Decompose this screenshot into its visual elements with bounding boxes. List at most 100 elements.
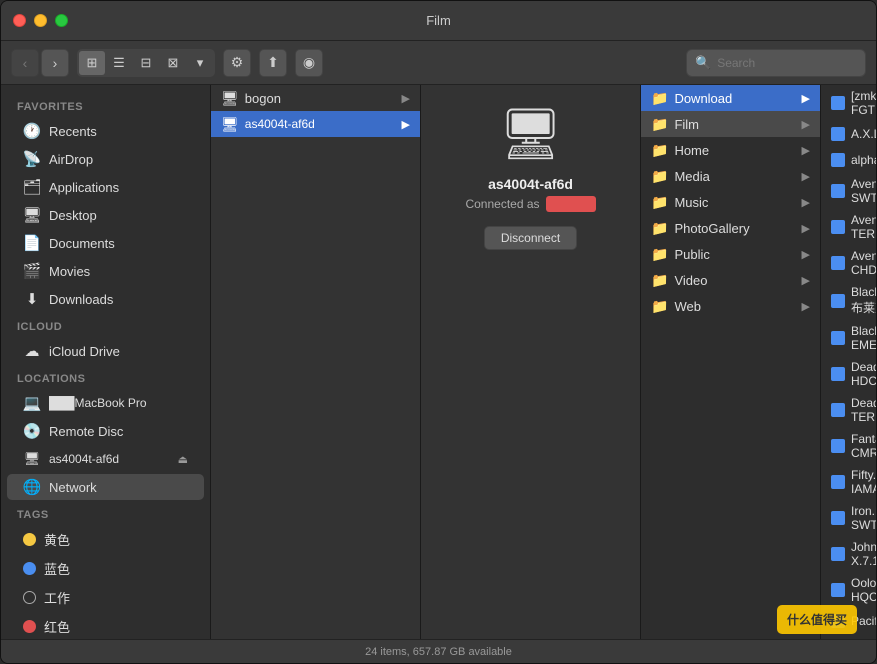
sidebar-item-recents[interactable]: 🕐 Recents bbox=[7, 118, 204, 144]
sidebar-item-label: Network bbox=[49, 480, 97, 495]
icon-view-button[interactable]: ⊞ bbox=[79, 51, 105, 75]
file-item[interactable]: Black.Panthe...5-EMERALD ▶ bbox=[821, 320, 876, 356]
sidebar-item-tag-blue[interactable]: 蓝色 bbox=[7, 555, 204, 582]
column-view-button[interactable]: ⊟ bbox=[133, 51, 159, 75]
disconnect-button[interactable]: Disconnect bbox=[484, 226, 577, 250]
yellow-tag-dot bbox=[23, 533, 36, 546]
file-icon bbox=[831, 331, 845, 345]
file-item[interactable]: Avengers.Ag...os-SWTYBLZ ▶ bbox=[821, 173, 876, 209]
folder-media[interactable]: 📁 Media ▶ bbox=[641, 163, 820, 189]
sidebar-item-desktop[interactable]: 🖥 Desktop bbox=[7, 202, 204, 228]
view-options-button[interactable]: ▾ bbox=[187, 51, 213, 75]
folder-video[interactable]: 📁 Video ▶ bbox=[641, 267, 820, 293]
folder-list-panel: 📁 Download ▶ 📁 Film ▶ 📁 Home ▶ 📁 Media bbox=[641, 85, 821, 639]
sidebar-item-as4004t[interactable]: 🖥 as4004t-af6d ⏏ bbox=[7, 446, 204, 472]
back-button[interactable]: ‹ bbox=[11, 49, 39, 77]
folder-public[interactable]: 📁 Public ▶ bbox=[641, 241, 820, 267]
video-folder-icon: 📁 bbox=[651, 272, 668, 289]
photogallery-arrow: ▶ bbox=[802, 222, 810, 235]
file-item[interactable]: Deadpool.2....64.DTS-HDC ▶ bbox=[821, 356, 876, 392]
home-arrow: ▶ bbox=[802, 144, 810, 157]
file-name: Deadpool.2....65-TERMiNAL bbox=[851, 396, 876, 424]
file-icon bbox=[831, 614, 845, 628]
icloud-drive-icon: ☁ bbox=[23, 342, 41, 360]
file-icon bbox=[831, 220, 845, 234]
video-arrow: ▶ bbox=[802, 274, 810, 287]
maximize-button[interactable] bbox=[55, 14, 68, 27]
file-item[interactable]: Fifty.Shades....65-IAMABLE ▶ bbox=[821, 464, 876, 500]
traffic-lights bbox=[13, 14, 68, 27]
favorites-header: Favorites bbox=[1, 93, 210, 117]
sidebar-item-remote-disc[interactable]: 💿 Remote Disc bbox=[7, 418, 204, 444]
download-arrow: ▶ bbox=[802, 92, 810, 105]
sidebar-item-movies[interactable]: 🎬 Movies bbox=[7, 258, 204, 284]
folder-music[interactable]: 📁 Music ▶ bbox=[641, 189, 820, 215]
file-item[interactable]: Avengers.Infi...5.10bit-CHD ▶ bbox=[821, 245, 876, 281]
share-button[interactable]: ⬆ bbox=[259, 49, 287, 77]
file-item[interactable]: alphago.201...naline[EtHD] ▶ bbox=[821, 147, 876, 173]
sidebar-item-airdrop[interactable]: 📡 AirDrop bbox=[7, 146, 204, 172]
file-item[interactable]: Pacific.Rim.2...TUTTERSHIT ▶ bbox=[821, 608, 876, 634]
folder-download[interactable]: 📁 Download ▶ bbox=[641, 85, 820, 111]
eject-icon[interactable]: ⏏ bbox=[178, 453, 188, 466]
tag-button[interactable]: ◉ bbox=[295, 49, 323, 77]
file-icon bbox=[831, 439, 845, 453]
folder-web[interactable]: 📁 Web ▶ bbox=[641, 293, 820, 319]
close-button[interactable] bbox=[13, 14, 26, 27]
search-box[interactable]: 🔍 Search bbox=[686, 49, 866, 77]
file-item[interactable]: Avengers.Ag...5-TERMiNAL ▶ bbox=[821, 209, 876, 245]
sidebar-item-downloads[interactable]: ⬇ Downloads bbox=[7, 286, 204, 312]
file-item[interactable]: Deadpool.2....65-TERMiNAL ▶ bbox=[821, 392, 876, 428]
file-item[interactable]: Black.Books.布莱克书店 ▶ bbox=[821, 281, 876, 320]
folder-label: Video bbox=[674, 273, 707, 288]
action-button[interactable]: ⚙ bbox=[223, 49, 251, 77]
movies-icon: 🎬 bbox=[23, 262, 41, 280]
file-name: Deadpool.2....64.DTS-HDC bbox=[851, 360, 876, 388]
folder-label: Music bbox=[674, 195, 708, 210]
sidebar-item-applications[interactable]: 🗂 Applications bbox=[7, 174, 204, 200]
folder-film[interactable]: 📁 Film ▶ bbox=[641, 111, 820, 137]
sidebar-item-documents[interactable]: 📄 Documents bbox=[7, 230, 204, 256]
finder-window: Film ‹ › ⊞ ☰ ⊟ ⊠ ▾ ⚙ ⬆ ◉ 🔍 Search Favori… bbox=[0, 0, 877, 664]
blue-tag-dot bbox=[23, 562, 36, 575]
folder-home[interactable]: 📁 Home ▶ bbox=[641, 137, 820, 163]
device-icon: 🖥 bbox=[499, 105, 562, 164]
col1-as4004t[interactable]: 🖥 as4004t-af6d ▶ bbox=[211, 111, 420, 137]
file-name: Johnny.Engli...S-X.7.1-FGT bbox=[851, 540, 876, 568]
sidebar-item-tag-work[interactable]: 工作 bbox=[7, 584, 204, 611]
sidebar-item-icloud-drive[interactable]: ☁ iCloud Drive bbox=[7, 338, 204, 364]
red-tag-dot bbox=[23, 620, 36, 633]
bogon-arrow: ▶ bbox=[402, 92, 410, 105]
gallery-view-button[interactable]: ⊠ bbox=[160, 51, 186, 75]
file-name: alphago.201...naline[EtHD] bbox=[851, 153, 876, 167]
file-item[interactable]: Johnny.Engli...S-X.7.1-FGT ▶ bbox=[821, 536, 876, 572]
file-item[interactable]: Oolong.Cour...VC.AAC-HQC ▶ bbox=[821, 572, 876, 608]
sidebar-item-label: ███MacBook Pro bbox=[49, 396, 147, 410]
file-item[interactable]: Fantastic.Be...-CMRG[TGx] ▶ bbox=[821, 428, 876, 464]
file-name: Iron.Man.2.2....1-SWTYBLZ bbox=[851, 504, 876, 532]
sidebar-item-label: AirDrop bbox=[49, 152, 93, 167]
applications-icon: 🗂 bbox=[23, 178, 41, 196]
sidebar-item-label: as4004t-af6d bbox=[49, 452, 119, 466]
file-item[interactable]: A.X.L.2018....ECKOS[rarbg] ▶ bbox=[821, 121, 876, 147]
sidebar-item-tag-yellow[interactable]: 黄色 bbox=[7, 526, 204, 553]
sidebar-item-label: 红色 bbox=[44, 617, 70, 636]
file-item[interactable]: [zmk.tw]Dea....MA.7.1-FGT ▶ bbox=[821, 85, 876, 121]
folder-photogallery[interactable]: 📁 PhotoGallery ▶ bbox=[641, 215, 820, 241]
sidebar-item-tag-red[interactable]: 红色 bbox=[7, 613, 204, 639]
col1-bogon[interactable]: 🖥 bogon ▶ bbox=[211, 85, 420, 111]
minimize-button[interactable] bbox=[34, 14, 47, 27]
download-folder-icon: 📁 bbox=[651, 90, 668, 107]
sidebar-item-macbook-pro[interactable]: 💻 ███MacBook Pro bbox=[7, 390, 204, 416]
public-arrow: ▶ bbox=[802, 248, 810, 261]
file-name: Avengers.Ag...os-SWTYBLZ bbox=[851, 177, 876, 205]
sidebar-item-label: Documents bbox=[49, 236, 115, 251]
forward-button[interactable]: › bbox=[41, 49, 69, 77]
list-view-button[interactable]: ☰ bbox=[106, 51, 132, 75]
sidebar-item-network[interactable]: 🌐 Network bbox=[7, 474, 204, 500]
file-icon bbox=[831, 475, 845, 489]
file-item[interactable]: Iron.Man.2.2....1-SWTYBLZ ▶ bbox=[821, 500, 876, 536]
col1-bogon-label: bogon bbox=[245, 91, 281, 106]
home-folder-icon: 📁 bbox=[651, 142, 668, 159]
folder-label: PhotoGallery bbox=[674, 221, 749, 236]
